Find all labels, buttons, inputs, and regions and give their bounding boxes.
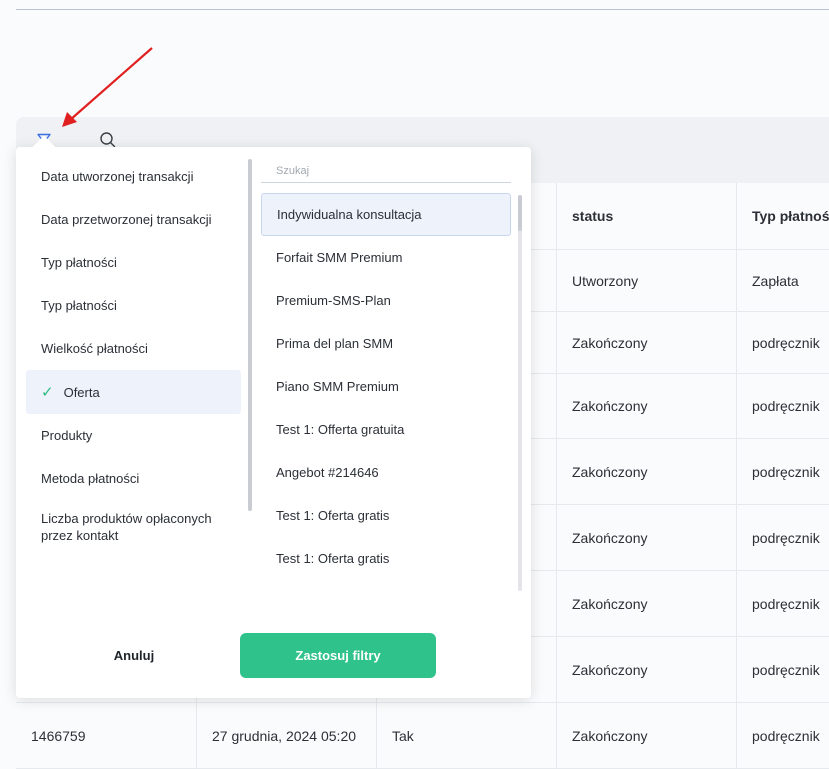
header-status[interactable]: status	[556, 183, 736, 249]
cell-payment-type: podręcznik	[736, 312, 829, 373]
category-scrollbar[interactable]	[248, 159, 252, 511]
option-scrollbar-track[interactable]	[518, 195, 522, 591]
filter-option-label: Premium-SMS-Plan	[276, 293, 391, 308]
filter-option-label: Test 1: Offerta gratuita	[276, 422, 405, 437]
filter-option-label: Prima del plan SMM	[276, 336, 394, 351]
filter-option-item[interactable]: Indywidualna konsultacja	[261, 193, 511, 236]
filter-option-label: Forfait SMM Premium	[276, 250, 403, 265]
filter-option-label: Piano SMM Premium	[276, 379, 399, 394]
filter-category-label: Produkty	[41, 428, 93, 443]
cancel-button[interactable]: Anuluj	[78, 633, 190, 678]
cell-payment-type: podręcznik	[736, 505, 829, 570]
filter-option-item[interactable]: Prima del plan SMM	[261, 322, 511, 365]
filter-category-item[interactable]: Typ płatności	[26, 241, 241, 284]
filter-option-item[interactable]: Angebot #214646	[261, 451, 511, 494]
cell-payment-type: podręcznik	[736, 637, 829, 702]
option-search-input[interactable]	[261, 159, 511, 183]
cell-status: Zakończony	[556, 439, 736, 504]
cell-payment-type: podręcznik	[736, 571, 829, 636]
filter-category-item[interactable]: Data utworzonej transakcji	[26, 155, 241, 198]
cell-payment-type: Zapłata	[736, 250, 829, 311]
filter-category-item[interactable]: Metoda płatności	[26, 457, 241, 500]
filter-option-item[interactable]: Test 1: Oferta gratis	[261, 537, 511, 580]
filter-option-item[interactable]: Test 1: Offerta gratuita	[261, 408, 511, 451]
filter-category-label: Typ płatności	[41, 298, 117, 313]
filter-option-label: Test 1: Oferta gratis	[276, 551, 390, 566]
filter-category-item[interactable]: ✓ Oferta	[26, 370, 241, 414]
header-payment-type[interactable]: Typ płatnoś	[736, 183, 829, 249]
filter-category-item[interactable]: Data przetworzonej transakcji	[26, 198, 241, 241]
filter-category-label: Wielkość płatności	[41, 341, 148, 356]
cell-flag: Tak	[376, 703, 556, 768]
cell-payment-type: podręcznik	[736, 703, 829, 768]
filter-popover: Data utworzonej transakcji Data przetworz…	[16, 135, 531, 698]
cell-payment-type: podręcznik	[736, 374, 829, 438]
cell-status: Zakończony	[556, 374, 736, 438]
filter-category-label: Data utworzonej transakcji	[41, 169, 194, 184]
filter-option-label: Indywidualna konsultacja	[277, 207, 422, 222]
filter-category-list: Data utworzonej transakcji Data przetworz…	[26, 155, 241, 552]
filter-category-label: Metoda płatności	[41, 471, 140, 486]
cell-status: Zakończony	[556, 637, 736, 702]
filter-category-label: Typ płatności	[41, 255, 117, 270]
filter-option-label: Angebot #214646	[276, 465, 379, 480]
filter-category-item[interactable]: Typ płatności	[26, 284, 241, 327]
filter-category-item[interactable]: Wielkość płatności	[26, 327, 241, 370]
cell-id: 1466759	[31, 727, 86, 744]
option-scrollbar-thumb[interactable]	[518, 195, 522, 231]
cell-status: Zakończony	[556, 703, 736, 768]
check-icon: ✓	[41, 383, 54, 401]
cell-status: Utworzony	[556, 250, 736, 311]
filter-category-item[interactable]: Produkty	[26, 414, 241, 457]
cell-status: Zakończony	[556, 505, 736, 570]
filter-category-item[interactable]: Liczba produktów opłaconych przez kontak…	[26, 500, 241, 552]
cell-payment-type: podręcznik	[736, 439, 829, 504]
filter-category-label: Data przetworzonej transakcji	[41, 212, 212, 227]
filter-category-label: Oferta	[63, 384, 100, 400]
filter-option-list: Indywidualna konsultacja Forfait SMM Prem…	[261, 193, 511, 580]
filter-option-item[interactable]: Forfait SMM Premium	[261, 236, 511, 279]
table-row[interactable]: 1466759 27 grudnia, 2024 05:20 Tak Zakończo…	[16, 703, 829, 769]
filter-option-item[interactable]: Test 1: Oferta gratis	[261, 494, 511, 537]
filter-option-item[interactable]: Premium-SMS-Plan	[261, 279, 511, 322]
filter-option-item[interactable]: Piano SMM Premium	[261, 365, 511, 408]
cell-date: 27 grudnia, 2024 05:20	[196, 703, 376, 768]
filter-category-label: Liczba produktów opłaconych przez kontak…	[41, 511, 212, 543]
cell-status: Zakończony	[556, 312, 736, 373]
top-divider	[16, 9, 829, 10]
apply-filters-button[interactable]: Zastosuj filtry	[240, 633, 436, 678]
cell-status: Zakończony	[556, 571, 736, 636]
filter-option-label: Test 1: Oferta gratis	[276, 508, 390, 523]
